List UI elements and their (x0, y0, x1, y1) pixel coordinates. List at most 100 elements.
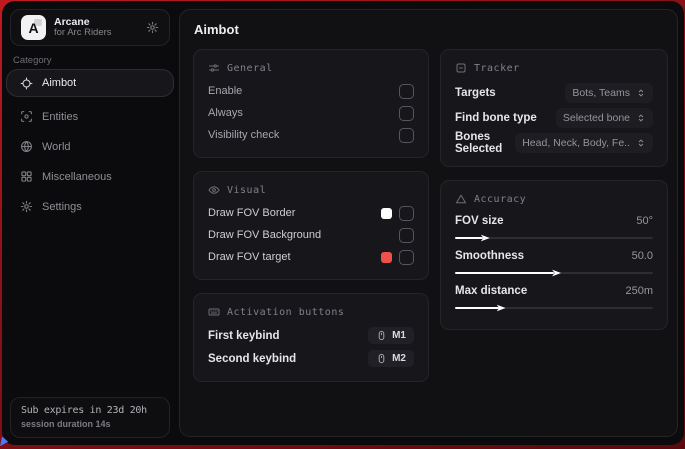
app-window: A Arcane for Arc Riders Category (2, 1, 684, 445)
tracker-card: Tracker Targets Bots, Teams (440, 49, 668, 167)
max-distance-slider-block: Max distance 250m (455, 283, 653, 309)
keyboard-icon (208, 306, 220, 318)
session-duration-text: session duration 14s (21, 419, 159, 429)
targets-dropdown[interactable]: Bots, Teams (565, 83, 653, 103)
general-card-title: General (227, 63, 273, 74)
dropdown-value: Selected bone (563, 112, 630, 124)
slider-label: FOV size (455, 215, 504, 227)
setting-row-enable: Enable (208, 80, 414, 102)
slider-thumb[interactable] (497, 304, 506, 313)
smoothness-slider[interactable] (455, 272, 653, 274)
activation-card-title: Activation buttons (227, 307, 344, 318)
brand-text: Arcane for Arc Riders (54, 16, 138, 39)
page-title: Aimbot (194, 22, 668, 37)
slider-value: 250m (625, 285, 653, 297)
sidebar-item-label: Aimbot (42, 77, 76, 89)
row-controls (381, 250, 414, 265)
globe-icon (20, 140, 33, 153)
triangle-icon (455, 193, 467, 205)
accuracy-card-header: Accuracy (455, 190, 653, 208)
unfold-icon (636, 113, 646, 123)
fov-background-checkbox[interactable] (399, 228, 414, 243)
setting-row-fov-target: Draw FOV target (208, 246, 414, 268)
slider-head: Max distance 250m (455, 283, 653, 299)
general-card-header: General (208, 59, 414, 77)
brand-subtitle: for Arc Riders (54, 28, 138, 39)
mouse-icon (376, 330, 387, 341)
second-keybind-button[interactable]: M2 (368, 350, 414, 367)
setting-label: Find bone type (455, 112, 537, 124)
slider-thumb[interactable] (552, 269, 561, 278)
brand-card: A Arcane for Arc Riders (10, 9, 170, 46)
category-label: Category (13, 55, 52, 66)
sidebar-item-world[interactable]: World (6, 132, 174, 161)
row-controls (381, 206, 414, 221)
setting-label: Draw FOV target (208, 251, 291, 263)
activation-card-header: Activation buttons (208, 303, 414, 321)
brand-logo: A (21, 15, 46, 40)
sidebar-item-label: Miscellaneous (42, 171, 112, 183)
right-column: Tracker Targets Bots, Teams (440, 49, 668, 330)
sidebar-item-label: World (42, 141, 71, 153)
general-card: General Enable Always Visibility check (193, 49, 429, 158)
setting-row-visibility-check: Visibility check (208, 124, 414, 146)
sidebar-item-aimbot[interactable]: Aimbot (6, 69, 174, 97)
main-panel: Aimbot General Enable (179, 9, 678, 437)
setting-row-fov-background: Draw FOV Background (208, 224, 414, 246)
accuracy-card: Accuracy FOV size 50° (440, 180, 668, 330)
bones-selected-dropdown[interactable]: Head, Neck, Body, Fe.. (515, 133, 653, 153)
sliders-icon (208, 62, 220, 74)
sub-expiry-text: Sub expires in 23d 20h (21, 405, 159, 416)
row-controls (399, 228, 414, 243)
slider-head: FOV size 50° (455, 213, 653, 229)
setting-row-second-keybind: Second keybind M2 (208, 347, 414, 370)
fov-target-color-swatch[interactable] (381, 252, 392, 263)
setting-label: First keybind (208, 330, 280, 342)
accuracy-card-title: Accuracy (474, 194, 526, 205)
setting-label: Draw FOV Border (208, 207, 295, 219)
setting-label: Enable (208, 85, 242, 97)
sidebar-item-entities[interactable]: Entities (6, 102, 174, 131)
enable-checkbox[interactable] (399, 84, 414, 99)
slider-fill (455, 237, 483, 239)
fov-target-checkbox[interactable] (399, 250, 414, 265)
slider-value: 50.0 (632, 250, 653, 262)
visibility-check-checkbox[interactable] (399, 128, 414, 143)
sidebar-item-label: Entities (42, 111, 78, 123)
gear-icon[interactable] (146, 21, 159, 34)
fov-border-checkbox[interactable] (399, 206, 414, 221)
setting-row-always: Always (208, 102, 414, 124)
fov-size-slider[interactable] (455, 237, 653, 239)
eye-icon (208, 184, 220, 196)
setting-label: Draw FOV Background (208, 229, 321, 241)
subscription-card: Sub expires in 23d 20h session duration … (10, 397, 170, 438)
find-bone-type-dropdown[interactable]: Selected bone (556, 108, 653, 128)
visual-card: Visual Draw FOV Border Draw FOV Backgrou… (193, 171, 429, 280)
setting-label: Bones Selected (455, 131, 515, 155)
sidebar: A Arcane for Arc Riders Category (2, 1, 179, 445)
visual-card-title: Visual (227, 185, 266, 196)
fov-border-color-swatch[interactable] (381, 208, 392, 219)
sidebar-item-label: Settings (42, 201, 82, 213)
mouse-icon (376, 353, 387, 364)
sidebar-nav: Aimbot Entities World (6, 69, 174, 222)
keybind-value: M2 (392, 353, 406, 364)
sidebar-item-settings[interactable]: Settings (6, 192, 174, 221)
sidebar-item-miscellaneous[interactable]: Miscellaneous (6, 162, 174, 191)
always-checkbox[interactable] (399, 106, 414, 121)
slider-fill (455, 272, 554, 274)
scan-eye-icon (20, 110, 33, 123)
first-keybind-button[interactable]: M1 (368, 327, 414, 344)
grid-icon (20, 170, 33, 183)
slider-value: 50° (636, 215, 653, 227)
crosshair-icon (20, 77, 33, 90)
slider-label: Smoothness (455, 250, 524, 262)
setting-label: Targets (455, 87, 496, 99)
dropdown-value: Bots, Teams (572, 87, 630, 99)
slider-head: Smoothness 50.0 (455, 248, 653, 264)
visual-card-header: Visual (208, 181, 414, 199)
setting-row-bones-selected: Bones Selected Head, Neck, Body, Fe.. (455, 130, 653, 155)
max-distance-slider[interactable] (455, 307, 653, 309)
slider-thumb[interactable] (481, 234, 490, 243)
setting-label: Second keybind (208, 353, 296, 365)
